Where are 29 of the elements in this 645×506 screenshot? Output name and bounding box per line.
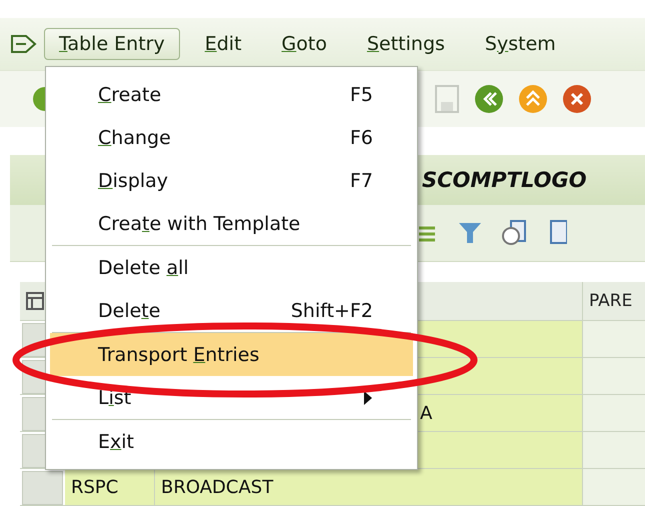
menu-icon[interactable] xyxy=(10,33,38,55)
submenu-arrow-icon xyxy=(363,390,373,406)
document-icon[interactable] xyxy=(501,219,529,247)
menu-item[interactable]: Goto xyxy=(266,28,342,60)
table-cell xyxy=(583,321,645,358)
menu-option[interactable]: Create with Template xyxy=(50,202,413,245)
back-icon[interactable] xyxy=(474,84,504,114)
column-header: PARE xyxy=(583,282,645,321)
up-icon[interactable] xyxy=(518,84,548,114)
table-cell xyxy=(583,469,645,506)
menu-item[interactable]: Table Entry xyxy=(44,28,180,60)
menu-item[interactable]: Settings xyxy=(352,28,460,60)
menu-option[interactable]: Transport Entries xyxy=(50,333,413,376)
table-cell xyxy=(583,432,645,469)
table-cell: BROADCAST xyxy=(155,469,583,506)
menu-option[interactable]: Display F7 xyxy=(50,159,413,202)
table-cell xyxy=(583,358,645,395)
filter-icon[interactable] xyxy=(457,220,483,246)
menu-option[interactable]: Delete all xyxy=(50,246,413,289)
menu-item[interactable]: Edit xyxy=(190,28,257,60)
screen-title: SCOMPTLOGO xyxy=(422,168,587,192)
menu-option[interactable]: Delete Shift+F2 xyxy=(50,289,413,332)
cancel-icon[interactable] xyxy=(562,84,592,114)
table-cell: RSPC xyxy=(65,469,155,506)
menu-item[interactable]: System xyxy=(470,28,571,60)
spreadsheet-icon[interactable] xyxy=(547,219,567,247)
table-settings-icon[interactable] xyxy=(26,292,44,310)
menu-option[interactable]: Change F6 xyxy=(50,116,413,159)
table-cell xyxy=(583,395,645,432)
